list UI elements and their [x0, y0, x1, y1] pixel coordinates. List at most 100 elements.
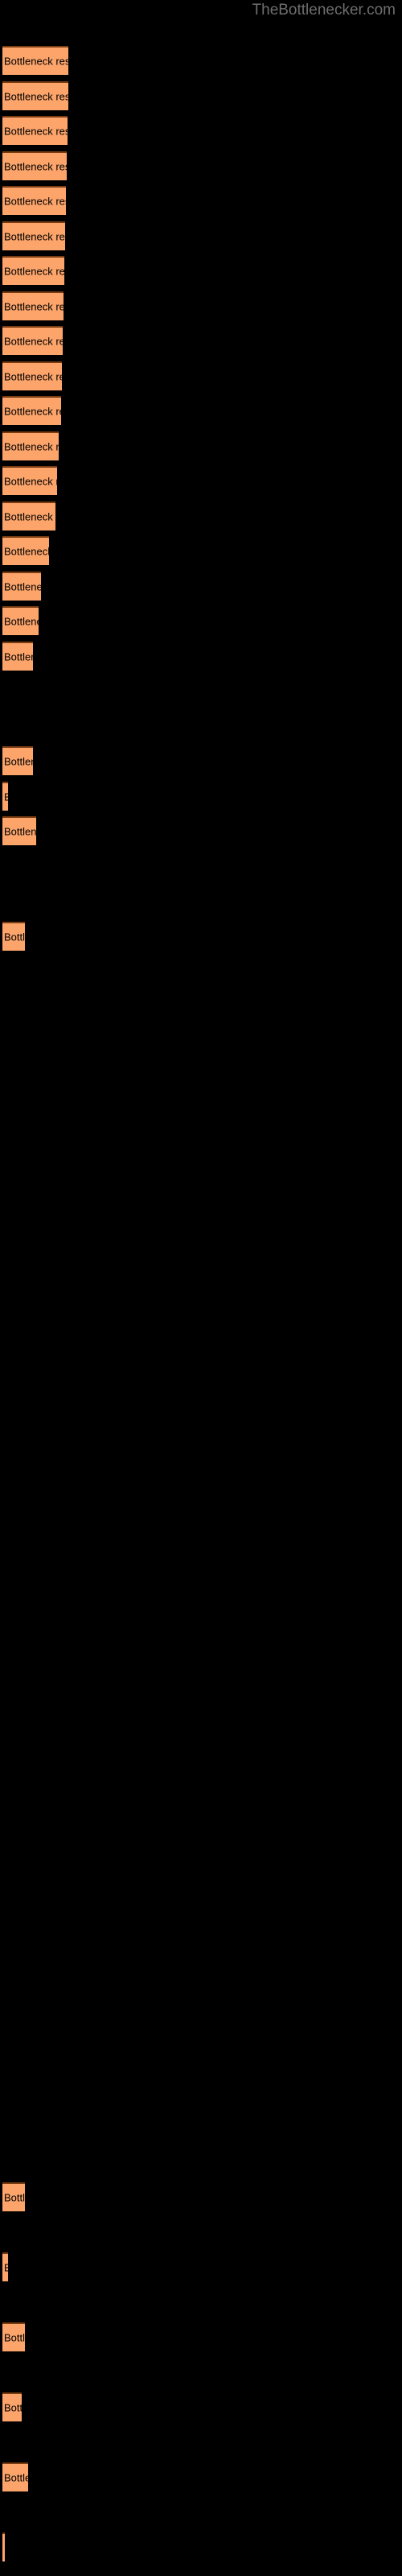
bar-label: Bottleneck result	[4, 230, 65, 243]
bar-23: Bottleneck result	[2, 816, 36, 845]
bar-row: Bottleneck result	[2, 326, 63, 355]
bar-row: Bottleneck result	[2, 816, 36, 845]
bar-66: Bottleneck result	[2, 2322, 25, 2351]
bar-3: Bottleneck result	[2, 116, 68, 145]
bar-13: Bottleneck result	[2, 466, 57, 495]
bar-row: Bottleneck result	[2, 151, 67, 180]
bar-label: Bottleneck result	[4, 160, 67, 173]
bar-label: Bottleneck result	[4, 755, 33, 768]
bar-label: Bottleneck result	[4, 2471, 28, 2484]
bar-15: Bottleneck result	[2, 536, 49, 565]
bar-12: Bottleneck result	[2, 431, 59, 460]
bar-fill: Bottleneck result	[2, 396, 61, 425]
bar-fill: Bottleneck result	[2, 922, 25, 951]
bar-label: Bottleneck result	[4, 125, 68, 138]
bar-row: Bottleneck result	[2, 536, 49, 565]
bar-26: Bottleneck result	[2, 922, 25, 951]
bar-label: Bottleneck result	[4, 90, 68, 103]
bar-fill: Bottleneck result	[2, 2322, 25, 2351]
bar-fill: Bottleneck result	[2, 606, 39, 635]
bar-label: Bottleneck result	[4, 440, 59, 453]
bar-fill: Bottleneck result	[2, 536, 49, 565]
bar-label: Bottleneck result	[4, 405, 61, 418]
plot-area: Bottleneck result Bottleneck result Bottle…	[0, 0, 402, 2576]
bar-fill: Bottleneck result	[2, 326, 63, 355]
bar-7: Bottleneck result	[2, 256, 64, 285]
bar-row: Bottleneck result	[2, 782, 8, 811]
bar-fill: Bottleneck result	[2, 2533, 5, 2562]
bar-label: Bottleneck result	[4, 55, 68, 68]
bar-4: Bottleneck result	[2, 151, 67, 180]
bar-row: Bottleneck result	[2, 186, 66, 215]
bar-label: Bottleneck result	[4, 335, 63, 348]
bar-row: Bottleneck result	[2, 361, 62, 390]
bar-5: Bottleneck result	[2, 186, 66, 215]
bar-62: Bottleneck result	[2, 2182, 25, 2211]
bar-fill: Bottleneck result	[2, 186, 66, 215]
bar-label: Bottleneck result	[4, 300, 64, 313]
bar-label: Bottleneck result	[4, 825, 36, 838]
bar-fill: Bottleneck result	[2, 81, 68, 110]
bar-row: Bottleneck result	[2, 2252, 8, 2281]
bar-label: Bottleneck result	[4, 195, 66, 208]
bar-2: Bottleneck result	[2, 81, 68, 110]
bar-row: Bottleneck result	[2, 291, 64, 320]
bar-fill: Bottleneck result	[2, 782, 8, 811]
bar-row: Bottleneck result	[2, 746, 33, 775]
bar-72: Bottleneck result	[2, 2533, 5, 2562]
bar-label: Bottleneck result	[4, 2263, 8, 2273]
bar-fill: Bottleneck result	[2, 221, 65, 250]
bar-fill: Bottleneck result	[2, 2182, 25, 2211]
bar-label: Bottleneck result	[4, 580, 41, 593]
bar-label: Bottleneck result	[4, 2331, 25, 2344]
bar-label: Bottleneck result	[4, 545, 49, 558]
bar-fill: Bottleneck result	[2, 816, 36, 845]
bar-label: Bottleneck result	[4, 615, 39, 628]
bar-label: Bottleneck result	[4, 265, 64, 278]
bar-fill: Bottleneck result	[2, 291, 64, 320]
bar-row: Bottleneck result	[2, 116, 68, 145]
bar-row: Bottleneck result	[2, 642, 33, 671]
bar-11: Bottleneck result	[2, 396, 61, 425]
bar-row: Bottleneck result	[2, 502, 55, 530]
bar-fill: Bottleneck result	[2, 572, 41, 601]
bar-21: Bottleneck result	[2, 746, 33, 775]
bar-16: Bottleneck result	[2, 572, 41, 601]
bar-row: Bottleneck result	[2, 256, 64, 285]
bar-fill: Bottleneck result	[2, 642, 33, 671]
bar-fill: Bottleneck result	[2, 746, 33, 775]
bar-label: Bottleneck result	[4, 2401, 22, 2414]
bar-64: Bottleneck result	[2, 2252, 8, 2281]
bar-row: Bottleneck result	[2, 396, 61, 425]
bar-18: Bottleneck result	[2, 642, 33, 671]
bar-label: Bottleneck result	[4, 931, 25, 943]
bar-6: Bottleneck result	[2, 221, 65, 250]
bar-row: Bottleneck result	[2, 922, 25, 951]
bar-fill: Bottleneck result	[2, 46, 68, 75]
bar-label: Bottleneck result	[4, 2191, 25, 2204]
bar-22: Bottleneck result	[2, 782, 8, 811]
bar-row: Bottleneck result	[2, 431, 59, 460]
bar-row: Bottleneck result	[2, 606, 39, 635]
bar-label: Bottleneck result	[4, 510, 55, 523]
bar-68: Bottleneck result	[2, 2392, 22, 2421]
bar-fill: Bottleneck result	[2, 2462, 28, 2491]
bar-fill: Bottleneck result	[2, 466, 57, 495]
bar-label: Bottleneck result	[4, 370, 62, 383]
bar-row: Bottleneck result	[2, 466, 57, 495]
bar-8: Bottleneck result	[2, 291, 64, 320]
bar-fill: Bottleneck result	[2, 431, 59, 460]
bar-label: Bottleneck result	[4, 792, 8, 803]
bar-row: Bottleneck result	[2, 81, 68, 110]
bar-row: Bottleneck result	[2, 46, 68, 75]
bar-14: Bottleneck result	[2, 502, 55, 530]
bar-label: Bottleneck result	[4, 475, 57, 488]
bar-row: Bottleneck result	[2, 572, 41, 601]
bar-70: Bottleneck result	[2, 2462, 28, 2491]
bar-fill: Bottleneck result	[2, 502, 55, 530]
bar-fill: Bottleneck result	[2, 151, 67, 180]
bar-10: Bottleneck result	[2, 361, 62, 390]
bar-fill: Bottleneck result	[2, 256, 64, 285]
bar-row: Bottleneck result	[2, 2182, 25, 2211]
bar-1: Bottleneck result	[2, 46, 68, 75]
